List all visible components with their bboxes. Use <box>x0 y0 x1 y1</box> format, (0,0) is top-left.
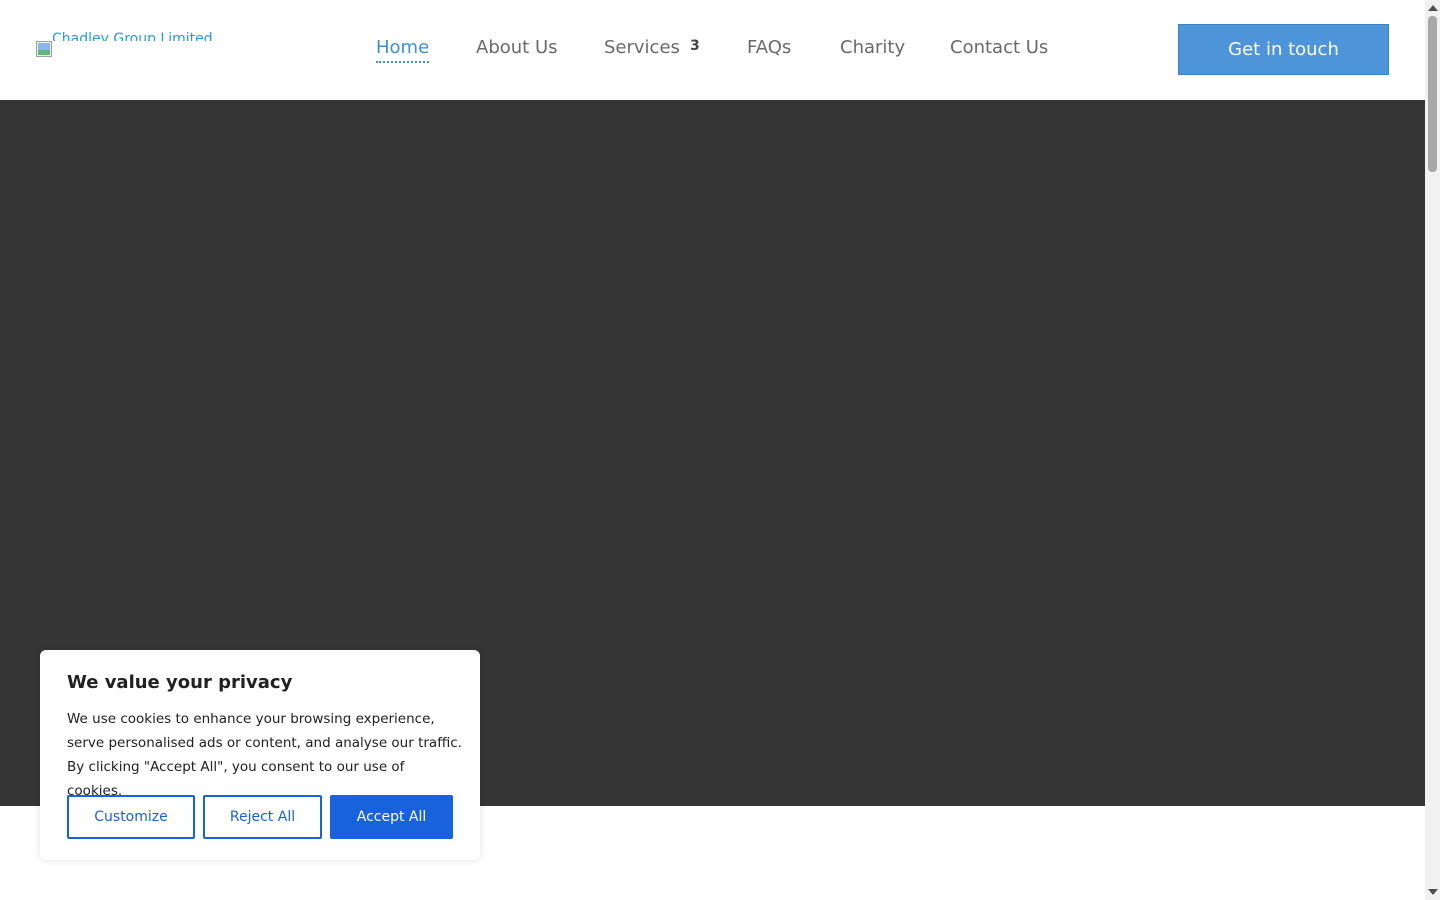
scroll-up-arrow-icon[interactable] <box>1428 5 1438 11</box>
page-scrollbar[interactable] <box>1425 0 1440 900</box>
nav-item-contact-us[interactable]: Contact Us <box>950 36 1048 60</box>
nav-item-home[interactable]: Home <box>376 36 430 63</box>
logo-alt-text: Chadley Group Limited <box>52 31 213 41</box>
cookie-consent-banner: We value your privacy We use cookies to … <box>40 650 480 860</box>
site-logo[interactable]: Chadley Group Limited <box>36 31 213 57</box>
nav-item-about-us[interactable]: About Us <box>476 36 558 60</box>
cookie-banner-text: We use cookies to enhance your browsing … <box>67 711 462 799</box>
reject-all-button[interactable]: Reject All <box>203 795 322 839</box>
nav-item-charity[interactable]: Charity <box>840 36 905 60</box>
scroll-down-arrow-icon[interactable] <box>1428 889 1438 895</box>
services-count-badge: 3 <box>690 38 700 54</box>
site-header: Chadley Group Limited Home About Us Serv… <box>0 0 1425 100</box>
accept-all-button[interactable]: Accept All <box>330 795 453 839</box>
cookie-banner-title: We value your privacy <box>67 672 293 693</box>
nav-item-services[interactable]: Services <box>604 36 680 60</box>
customize-button[interactable]: Customize <box>67 795 195 839</box>
page: Chadley Group Limited Home About Us Serv… <box>0 0 1425 900</box>
nav-item-faqs[interactable]: FAQs <box>747 36 791 60</box>
scrollbar-thumb[interactable] <box>1428 16 1437 172</box>
get-in-touch-button[interactable]: Get in touch <box>1178 24 1389 75</box>
broken-image-icon <box>36 41 52 57</box>
